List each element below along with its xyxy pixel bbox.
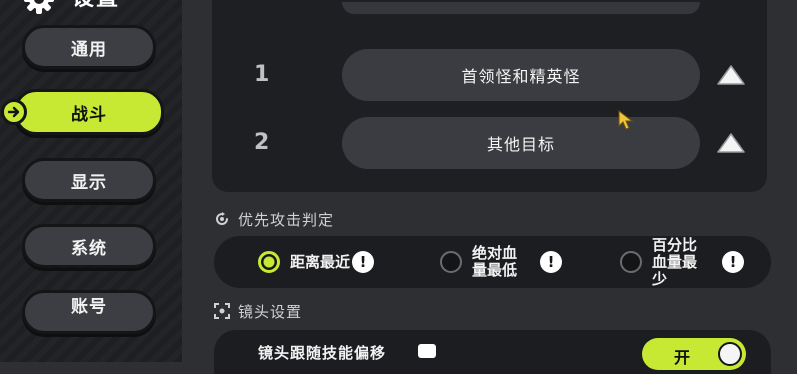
section-title-text: 优先攻击判定: [238, 210, 335, 229]
priority-item-label: 其他目标: [486, 135, 555, 154]
sidebar-item-combat[interactable]: 战斗: [1, 89, 164, 135]
sidebar-item-system[interactable]: 系统: [22, 224, 156, 268]
priority-item-label: 首领怪和精英怪: [461, 67, 581, 86]
section-title-text: 镜头设置: [238, 302, 303, 321]
priority-index: 2: [254, 130, 270, 155]
toggle-label: 开: [674, 348, 691, 367]
radio-label: 距离最近: [290, 252, 351, 271]
sidebar-item-label: 显示: [71, 172, 107, 193]
sidebar-item-general[interactable]: 通用: [22, 25, 156, 69]
attack-priority-heading: 优先攻击判定: [214, 208, 334, 230]
camera-settings-heading: 镜头设置: [214, 300, 302, 322]
pointer-cursor-icon: [618, 110, 634, 130]
triangle-up-icon[interactable]: [715, 131, 747, 155]
priority-item-button[interactable]: 其他目标: [342, 117, 700, 169]
radio-option-lowest-hp[interactable]: 绝对血量最低: [440, 236, 530, 288]
attack-priority-options: 距离最近 ! 绝对血量最低 ! 百分比血量最少 !: [214, 236, 771, 288]
arrow-right-icon: [1, 99, 27, 125]
sidebar-item-label: 账号: [71, 296, 107, 317]
radio-button[interactable]: [440, 251, 462, 273]
sidebar-item-label: 系统: [71, 238, 107, 259]
sidebar-item-label: 通用: [71, 39, 107, 60]
camera-follow-label: 镜头跟随技能偏移: [258, 344, 387, 362]
radio-button[interactable]: [620, 251, 642, 273]
priority-slot-partial: [342, 2, 700, 14]
target-priority-panel: 1 首领怪和精英怪 2 其他目标: [212, 0, 767, 192]
camera-follow-row: 镜头跟随技能偏移 开: [214, 330, 771, 374]
settings-sidebar: 设置 通用 战斗 显示 系统 账号: [0, 0, 182, 362]
settings-header: 设置: [0, 0, 200, 18]
gear-icon: [24, 0, 54, 14]
triangle-up-icon[interactable]: [715, 63, 747, 87]
sidebar-item-display[interactable]: 显示: [22, 158, 156, 202]
combat-settings-panel: 1 首领怪和精英怪 2 其他目标 优先攻击判定 距离最近 ! 绝对血量最低 ! …: [182, 0, 797, 374]
priority-row: 2 其他目标: [212, 117, 767, 169]
exclamation-icon[interactable]: !: [722, 251, 744, 273]
radio-label: 百分比血量最少: [652, 235, 698, 288]
priority-index: 1: [254, 62, 270, 87]
camera-follow-toggle[interactable]: 开: [642, 338, 746, 370]
radio-option-nearest[interactable]: 距离最近: [258, 236, 350, 288]
toggle-knob: [718, 342, 742, 366]
book-icon[interactable]: [418, 344, 436, 358]
radio-button-checked[interactable]: [258, 251, 280, 273]
exclamation-icon[interactable]: !: [540, 251, 562, 273]
exclamation-icon[interactable]: !: [352, 251, 374, 273]
sidebar-item-account[interactable]: 账号: [22, 290, 156, 334]
target-refresh-icon: [216, 212, 228, 225]
priority-row: 1 首领怪和精英怪: [212, 49, 767, 101]
radio-label: 绝对血量最低: [472, 244, 518, 279]
sidebar-item-label: 战斗: [71, 104, 107, 125]
radio-option-lowest-percent[interactable]: 百分比血量最少: [620, 236, 710, 288]
priority-item-button[interactable]: 首领怪和精英怪: [342, 49, 700, 101]
settings-title: 设置: [72, 0, 120, 14]
focus-icon: [214, 303, 230, 319]
